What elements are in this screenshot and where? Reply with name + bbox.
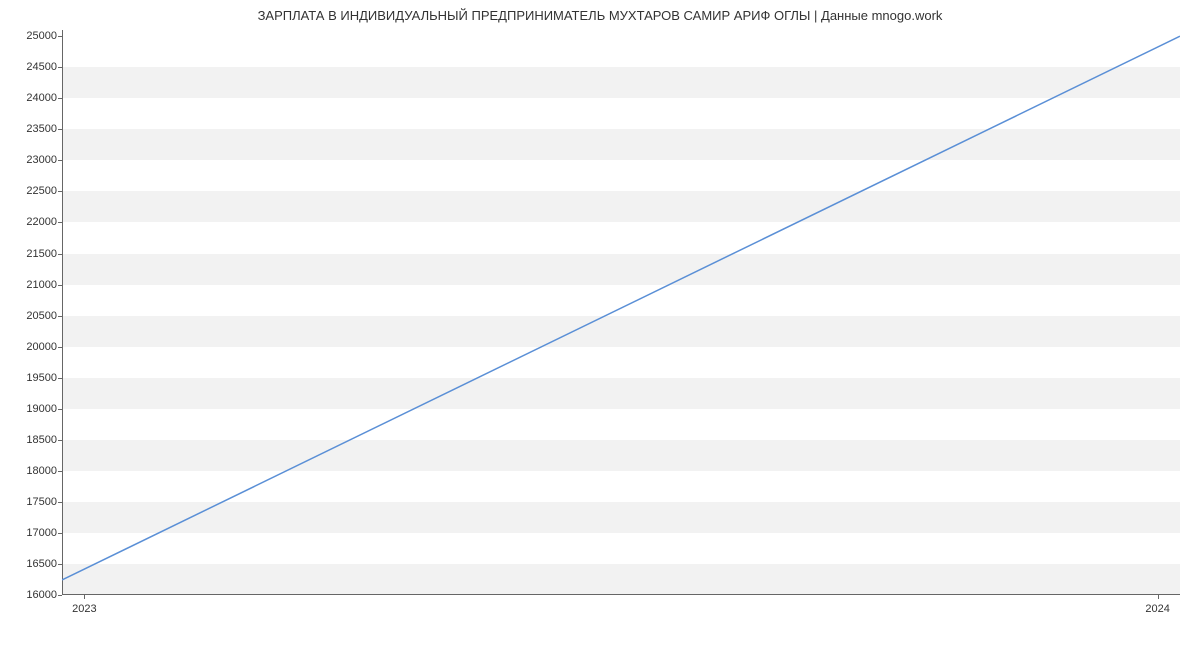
y-tick-label: 25000	[17, 30, 57, 42]
y-tick-label: 24500	[17, 61, 57, 73]
y-tick-label: 20000	[17, 341, 57, 353]
y-tick-label: 17000	[17, 527, 57, 539]
chart-title: ЗАРПЛАТА В ИНДИВИДУАЛЬНЫЙ ПРЕДПРИНИМАТЕЛ…	[0, 8, 1200, 23]
x-tick-mark	[84, 595, 85, 599]
y-tick-label: 19000	[17, 403, 57, 415]
y-tick-label: 22500	[17, 185, 57, 197]
plot-area: 1600016500170001750018000185001900019500…	[62, 30, 1180, 595]
y-tick-label: 20500	[17, 310, 57, 322]
y-tick-label: 21000	[17, 279, 57, 291]
y-tick-label: 16500	[17, 558, 57, 570]
x-tick-mark	[1158, 595, 1159, 599]
y-tick-label: 21500	[17, 248, 57, 260]
x-tick-label: 2023	[72, 603, 96, 615]
y-tick-label: 23000	[17, 154, 57, 166]
y-tick-label: 16000	[17, 589, 57, 601]
y-tick-mark	[58, 595, 62, 596]
line-series	[62, 30, 1180, 595]
x-tick-label: 2024	[1145, 603, 1169, 615]
y-tick-label: 23500	[17, 123, 57, 135]
y-tick-label: 18000	[17, 465, 57, 477]
y-tick-label: 22000	[17, 216, 57, 228]
y-tick-label: 24000	[17, 92, 57, 104]
y-tick-label: 17500	[17, 496, 57, 508]
y-tick-label: 18500	[17, 434, 57, 446]
y-tick-label: 19500	[17, 372, 57, 384]
